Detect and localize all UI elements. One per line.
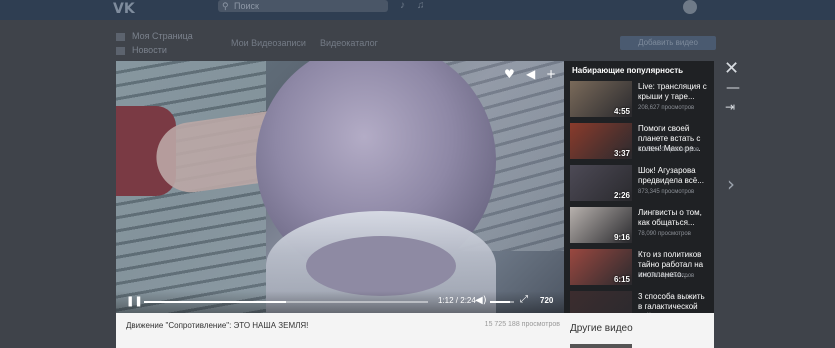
notification-icon[interactable]: ♪: [400, 0, 405, 11]
home-icon: [116, 33, 125, 41]
video-thumbnail[interactable]: 9:16: [570, 207, 632, 243]
trending-item-views: 1,185,520 просмотров: [638, 147, 700, 153]
player-controls: ❚❚ 1:12 / 2:24 ◀) ⤢ 720: [116, 291, 564, 313]
trending-item[interactable]: 2:26 Шок! Агузарова предвидела всё... 873,…: [570, 165, 710, 203]
trending-item-views: 78,090 просмотров: [638, 231, 691, 237]
quality-button[interactable]: 720: [540, 296, 553, 305]
video-thumbnail[interactable]: 4:55: [570, 81, 632, 117]
heart-icon[interactable]: ♥: [504, 67, 515, 81]
video-player[interactable]: ♥ ◀ + ❚❚ 1:12 / 2:24 ◀) ⤢ 720: [116, 61, 564, 313]
trending-item-title[interactable]: Лингвисты о том, как общаться...: [638, 208, 710, 228]
trending-panel: Набирающие популярность 4:55 Live: трансл…: [564, 61, 714, 327]
video-frame-bucket-inner: [306, 236, 456, 296]
trending-item[interactable]: 4:55 Live: трансляция с крыши у таре... 20…: [570, 81, 710, 119]
vk-logo[interactable]: VK: [113, 1, 135, 17]
duration-badge: 9:16: [613, 233, 630, 242]
duration-badge: 6:15: [613, 275, 630, 284]
volume-icon[interactable]: ◀): [475, 295, 487, 306]
avatar[interactable]: [683, 0, 697, 14]
trending-item-title[interactable]: Live: трансляция с крыши у таре...: [638, 82, 710, 102]
tab-video-catalog[interactable]: Видеокаталог: [320, 38, 378, 48]
add-video-button[interactable]: Добавить видео: [620, 36, 716, 50]
trending-item-views: 208,627 просмотров: [638, 105, 695, 111]
search-input[interactable]: ⚲ Поиск: [218, 0, 388, 12]
share-icon[interactable]: ◀: [526, 67, 535, 81]
dock-icon[interactable]: ⇥: [725, 100, 735, 114]
close-icon[interactable]: ✕: [724, 58, 739, 79]
trending-title: Набирающие популярность: [572, 66, 684, 75]
video-info: Движение "Сопротивление": ЭТО НАША ЗЕМЛЯ…: [116, 313, 564, 348]
video-thumbnail[interactable]: 6:15: [570, 249, 632, 285]
volume-slider[interactable]: [490, 301, 514, 303]
plus-icon[interactable]: +: [546, 67, 556, 81]
trending-item-views: 873,345 просмотров: [638, 189, 695, 195]
news-icon: [116, 47, 125, 55]
progress-fill: [144, 301, 286, 303]
volume-fill: [490, 301, 511, 303]
trending-item-title[interactable]: Шок! Агузарова предвидела всё...: [638, 166, 710, 186]
duration-badge: 3:37: [613, 149, 630, 158]
tab-my-videos[interactable]: Мои Видеозаписи: [231, 38, 306, 48]
trending-item[interactable]: 9:16 Лингвисты о том, как общаться... 78,0…: [570, 207, 710, 245]
other-videos-title: Другие видео: [570, 323, 633, 334]
minimize-icon[interactable]: —: [726, 80, 740, 96]
other-video-thumbnail[interactable]: [570, 344, 632, 348]
duration-badge: 4:55: [613, 107, 630, 116]
total-time: 2:24: [460, 296, 476, 305]
progress-bar[interactable]: [144, 301, 428, 303]
trending-item[interactable]: 6:15 Кто из политиков тайно работал на ин…: [570, 249, 710, 287]
search-placeholder: Поиск: [234, 1, 259, 11]
video-thumbnail[interactable]: 3:37: [570, 123, 632, 159]
sidebar-item-my-page[interactable]: Моя Страница: [132, 31, 193, 41]
trending-item[interactable]: 3:37 Помоги своей планете встать с колен!…: [570, 123, 710, 161]
duration-badge: 2:26: [613, 191, 630, 200]
video-views: 15 725 188 просмотров: [484, 321, 560, 328]
video-title: Движение "Сопротивление": ЭТО НАША ЗЕМЛЯ…: [126, 321, 309, 330]
sidebar-item-news[interactable]: Новости: [132, 45, 167, 55]
pause-icon[interactable]: ❚❚: [126, 296, 143, 307]
video-thumbnail[interactable]: 2:26: [570, 165, 632, 201]
other-videos-panel: Другие видео: [564, 313, 714, 348]
fullscreen-icon[interactable]: ⤢: [520, 294, 528, 305]
time-display: 1:12 / 2:24: [438, 296, 476, 305]
current-time: 1:12: [438, 296, 454, 305]
music-icon[interactable]: ♫: [417, 0, 425, 11]
next-video-icon[interactable]: ›: [727, 172, 735, 196]
trending-item-views: 600,000 просмотров: [638, 273, 695, 279]
search-icon: ⚲: [222, 1, 229, 11]
